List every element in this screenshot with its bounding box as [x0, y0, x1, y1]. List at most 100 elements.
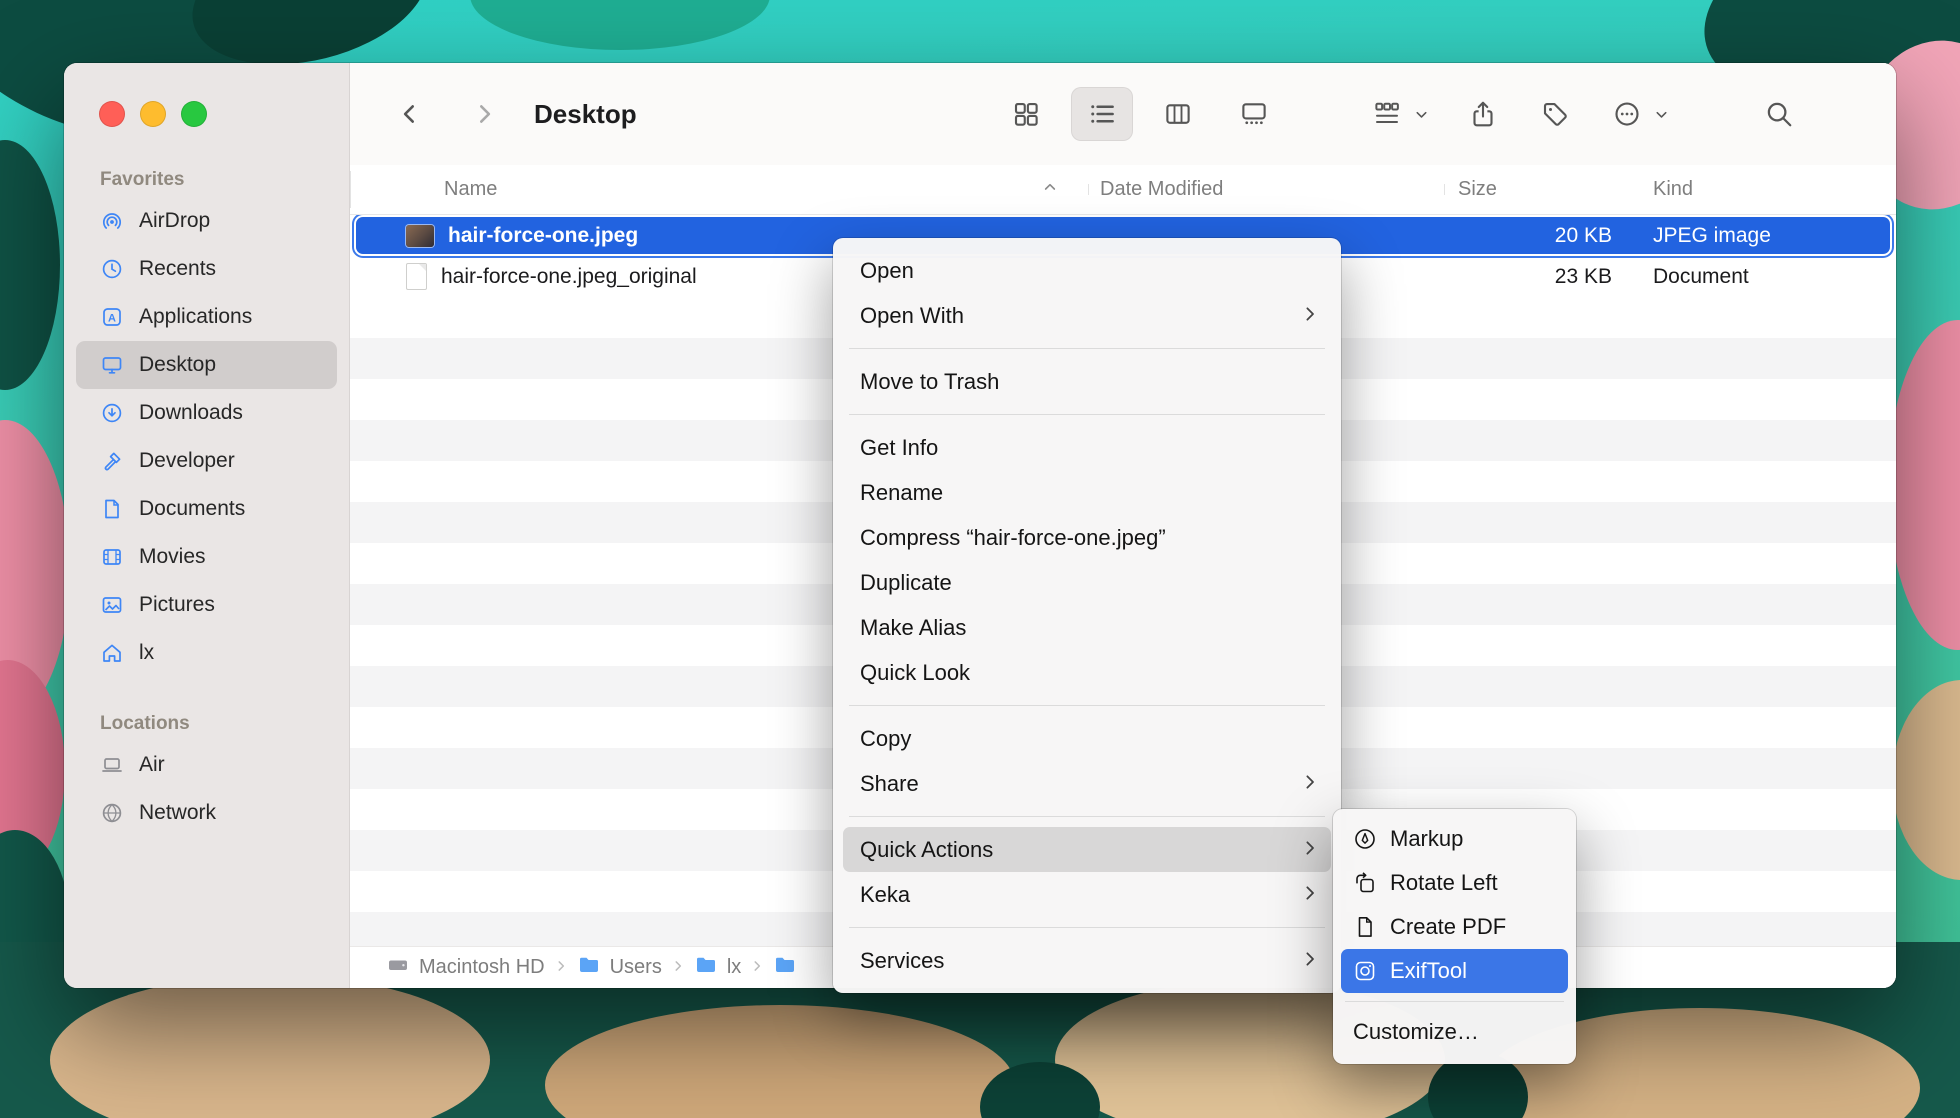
chevron-right-icon [1301, 771, 1319, 797]
menu-item-open[interactable]: Open [843, 248, 1331, 293]
menu-item-label: Open [860, 258, 1319, 284]
submenu-item-markup[interactable]: Markup [1341, 817, 1568, 861]
sidebar-item-movies[interactable]: Movies [76, 533, 337, 581]
sidebar-item-recents[interactable]: Recents [76, 245, 337, 293]
wallpaper-shape [1888, 320, 1960, 650]
menu-item-open-with[interactable]: Open With [843, 293, 1331, 338]
column-header-date-modified[interactable]: Date Modified [1088, 178, 1444, 201]
desktop-icon [100, 353, 124, 377]
column-label: Kind [1653, 178, 1693, 200]
menu-item-copy[interactable]: Copy [843, 716, 1331, 761]
toolbar: Desktop [350, 63, 1896, 165]
menu-item-label: Copy [860, 726, 1319, 752]
file-kind: Document [1640, 265, 1896, 289]
tags-button[interactable] [1533, 89, 1577, 139]
path-item[interactable]: Users [610, 956, 662, 979]
more-actions-button[interactable] [1605, 89, 1649, 139]
menu-item-quick-actions[interactable]: Quick Actions [843, 827, 1331, 872]
sidebar-item-airdrop[interactable]: AirDrop [76, 197, 337, 245]
submenu-item-label: ExifTool [1390, 958, 1467, 984]
menu-item-keka[interactable]: Keka [843, 872, 1331, 917]
list-view-button[interactable] [1071, 87, 1133, 141]
menu-item-duplicate[interactable]: Duplicate [843, 560, 1331, 605]
jpeg-thumbnail-icon [406, 225, 434, 247]
chevron-right-icon [671, 956, 685, 979]
view-switcher [995, 87, 1285, 141]
sidebar-section-locations: Locations [76, 707, 337, 741]
close-button[interactable] [99, 101, 125, 127]
menu-item-services[interactable]: Services [843, 938, 1331, 983]
menu-item-share[interactable]: Share [843, 761, 1331, 806]
chevron-right-icon [1301, 882, 1319, 908]
search-button[interactable] [1757, 89, 1801, 139]
column-header-name[interactable]: Name [350, 178, 1088, 201]
gallery-view-button[interactable] [1223, 87, 1285, 141]
sidebar-item-network[interactable]: Network [76, 789, 337, 837]
column-header-kind[interactable]: Kind [1640, 178, 1896, 201]
submenu-item-label: Customize… [1353, 1019, 1479, 1045]
file-name: hair-force-one.jpeg [448, 224, 638, 248]
share-button[interactable] [1461, 89, 1505, 139]
menu-item-get-info[interactable]: Get Info [843, 425, 1331, 470]
zoom-button[interactable] [181, 101, 207, 127]
menu-item-label: Share [860, 771, 1301, 797]
create-pdf-icon [1353, 915, 1377, 939]
toolbar-actions [1365, 89, 1801, 139]
chevron-right-icon [1301, 837, 1319, 863]
sidebar-item-label: Network [139, 801, 216, 825]
menu-item-label: Get Info [860, 435, 1319, 461]
wallpaper-shape [0, 140, 60, 390]
photo-icon [100, 593, 124, 617]
folder-icon [577, 953, 601, 983]
path-item[interactable]: lx [727, 956, 741, 979]
menu-item-make-alias[interactable]: Make Alias [843, 605, 1331, 650]
sort-ascending-icon [1042, 178, 1058, 201]
column-header-size[interactable]: Size [1444, 178, 1640, 201]
menu-item-label: Services [860, 948, 1301, 974]
window-controls [99, 101, 207, 127]
menu-item-quick-look[interactable]: Quick Look [843, 650, 1331, 695]
sidebar-item-developer[interactable]: Developer [76, 437, 337, 485]
sidebar-item-label: Pictures [139, 593, 215, 617]
menu-item-label: Open With [860, 303, 1301, 329]
airdrop-icon [100, 209, 124, 233]
submenu-item-label: Markup [1390, 826, 1463, 852]
menu-item-rename[interactable]: Rename [843, 470, 1331, 515]
submenu-item-exiftool[interactable]: ExifTool [1341, 949, 1568, 993]
wallpaper-shape [1892, 680, 1960, 880]
sidebar-item-home[interactable]: lx [76, 629, 337, 677]
path-item[interactable]: Macintosh HD [419, 956, 545, 979]
submenu-item-customize[interactable]: Customize… [1341, 1010, 1568, 1054]
menu-item-compress[interactable]: Compress “hair-force-one.jpeg” [843, 515, 1331, 560]
column-label: Name [444, 178, 497, 201]
hammer-icon [100, 449, 124, 473]
column-view-button[interactable] [1147, 87, 1209, 141]
minimize-button[interactable] [140, 101, 166, 127]
menu-item-label: Move to Trash [860, 369, 1319, 395]
submenu-item-create-pdf[interactable]: Create PDF [1341, 905, 1568, 949]
forward-button[interactable] [462, 92, 506, 136]
sidebar-item-desktop[interactable]: Desktop [76, 341, 337, 389]
submenu-item-rotate-left[interactable]: Rotate Left [1341, 861, 1568, 905]
globe-icon [100, 801, 124, 825]
folder-icon [694, 953, 718, 983]
sidebar-item-pictures[interactable]: Pictures [76, 581, 337, 629]
sidebar-item-air[interactable]: Air [76, 741, 337, 789]
sidebar-item-label: Documents [139, 497, 245, 521]
sidebar-section-favorites: Favorites [76, 163, 337, 197]
menu-item-label: Keka [860, 882, 1301, 908]
chevron-down-icon[interactable] [1409, 89, 1433, 139]
group-button[interactable] [1365, 89, 1409, 139]
document-file-icon [406, 263, 427, 290]
menu-separator [849, 348, 1325, 349]
icon-view-button[interactable] [995, 87, 1057, 141]
sidebar-item-documents[interactable]: Documents [76, 485, 337, 533]
sidebar-item-downloads[interactable]: Downloads [76, 389, 337, 437]
sidebar-item-applications[interactable]: A Applications [76, 293, 337, 341]
rotate-left-icon [1353, 871, 1377, 895]
menu-item-move-to-trash[interactable]: Move to Trash [843, 359, 1331, 404]
back-button[interactable] [388, 92, 432, 136]
chevron-down-icon[interactable] [1649, 89, 1673, 139]
menu-item-label: Quick Look [860, 660, 1319, 686]
menu-item-label: Duplicate [860, 570, 1319, 596]
